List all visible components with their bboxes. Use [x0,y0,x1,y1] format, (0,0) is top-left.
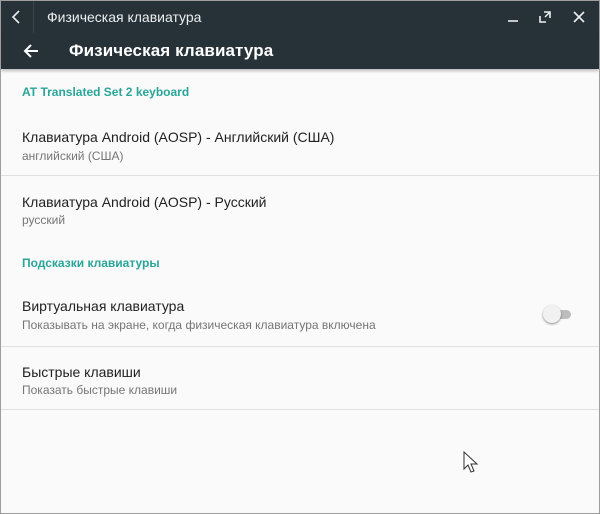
item-summary: Показать быстрые клавиши [22,383,178,397]
item-title: Виртуальная клавиатура [22,298,185,314]
close-icon [573,11,585,23]
item-title: Быстрые клавиши [22,364,141,380]
minimize-button[interactable] [497,1,529,33]
item-summary: английский (США) [22,149,124,163]
arrow-back-icon [23,44,38,58]
app-bar: Физическая клавиатура [1,33,599,69]
window-titlebar: Физическая клавиатура [1,1,599,33]
section-header-keyboard: AT Translated Set 2 keyboard [22,85,190,99]
window-back-button[interactable] [1,1,34,33]
app-window: Физическая клавиатура Физическая клавиат… [0,0,600,514]
window-title: Физическая клавиатура [47,9,202,25]
item-summary: русский [22,213,66,227]
divider [1,409,599,410]
back-button[interactable] [19,39,43,63]
page-title: Физическая клавиатура [69,41,274,60]
chevron-left-icon [11,10,20,24]
virtual-keyboard-toggle[interactable] [543,304,573,324]
list-item-layout-russian[interactable]: Клавиатура Android (AOSP) - Русский русс… [1,176,599,240]
maximize-button[interactable] [529,1,561,33]
section-header-keyboard-hints: Подсказки клавиатуры [22,256,160,270]
item-title: Клавиатура Android (AOSP) - Русский [22,194,267,210]
mouse-cursor-icon [463,451,479,473]
item-summary: Показывать на экране, когда физическая к… [22,318,376,332]
minimize-icon [508,20,518,22]
list-item-layout-english[interactable]: Клавиатура Android (AOSP) - Английский (… [1,109,599,175]
list-item-shortcuts[interactable]: Быстрые клавиши Показать быстрые клавиши [1,347,599,409]
close-button[interactable] [563,1,595,33]
list-item-virtual-keyboard[interactable]: Виртуальная клавиатура Показывать на экр… [1,281,599,346]
maximize-icon [539,11,551,23]
item-title: Клавиатура Android (AOSP) - Английский (… [22,129,335,145]
toggle-thumb [543,305,561,323]
